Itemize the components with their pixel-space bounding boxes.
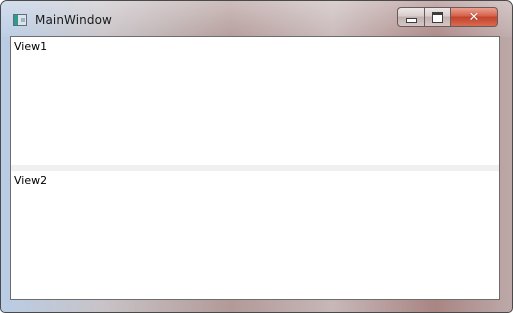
view1-panel: View1 — [11, 37, 499, 165]
caption-buttons: ✕ — [397, 7, 498, 27]
maximize-icon — [432, 11, 443, 23]
minimize-icon — [405, 17, 417, 23]
window-title: MainWindow — [35, 13, 112, 27]
title-bar[interactable]: MainWindow ✕ — [1, 1, 512, 37]
close-icon: ✕ — [468, 9, 480, 25]
view1-label: View1 — [14, 40, 48, 53]
main-window: MainWindow ✕ View1 View2 — [0, 0, 513, 313]
client-area: View1 View2 — [10, 36, 500, 300]
view2-panel: View2 — [11, 171, 499, 299]
minimize-button[interactable] — [397, 7, 424, 27]
app-icon[interactable] — [13, 14, 27, 26]
view2-label: View2 — [14, 174, 48, 187]
close-button[interactable]: ✕ — [451, 7, 498, 27]
maximize-button[interactable] — [424, 7, 451, 27]
